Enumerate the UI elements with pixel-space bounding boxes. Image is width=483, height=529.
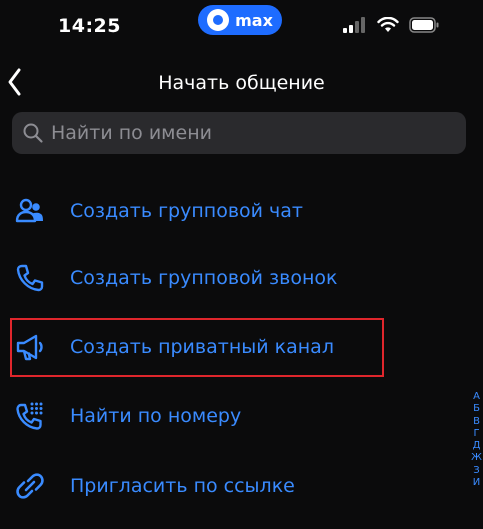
alphabet-letter[interactable]: Ж: [470, 452, 483, 464]
status-time: 14:25: [58, 15, 121, 37]
highlight-box: [10, 318, 384, 377]
app-pill-label: max: [235, 10, 273, 30]
alphabet-letter[interactable]: Б: [470, 403, 483, 415]
status-icons: [343, 17, 439, 33]
search-icon: [23, 123, 43, 143]
search-input[interactable]: Найти по имени: [12, 112, 466, 154]
alphabet-letter[interactable]: З: [470, 465, 483, 477]
alphabet-letter[interactable]: И: [470, 477, 483, 489]
max-logo-icon: [207, 9, 230, 31]
link-icon: [16, 473, 44, 499]
invite-by-link-button[interactable]: Пригласить по ссылке: [0, 458, 460, 514]
cellular-signal-icon: [343, 17, 365, 33]
action-label: Найти по номеру: [70, 405, 242, 427]
alphabet-letter[interactable]: В: [470, 416, 483, 428]
create-group-chat-button[interactable]: Создать групповой чат: [0, 183, 460, 239]
action-label: Создать групповой звонок: [70, 267, 338, 289]
find-by-number-button[interactable]: Найти по номеру: [0, 388, 460, 444]
dialpad-phone-icon: [16, 402, 43, 430]
header: Начать общение: [0, 62, 483, 104]
page-title: Начать общение: [158, 72, 325, 94]
phone-icon: [16, 264, 44, 292]
group-icon: [15, 198, 43, 223]
alphabet-letter[interactable]: Г: [470, 428, 483, 440]
alphabet-letter[interactable]: А: [470, 391, 483, 403]
action-label: Пригласить по ссылке: [70, 475, 295, 497]
alphabet-letter[interactable]: Д: [470, 440, 483, 452]
status-bar: 14:25 max: [0, 0, 483, 55]
app-pill[interactable]: max: [198, 5, 282, 35]
action-label: Создать групповой чат: [70, 200, 303, 222]
search-placeholder: Найти по имени: [51, 122, 212, 144]
battery-icon: [409, 17, 439, 33]
create-group-call-button[interactable]: Создать групповой звонок: [0, 250, 460, 306]
alphabet-index[interactable]: А Б В Г Д Ж З И: [470, 391, 483, 489]
wifi-icon: [377, 17, 399, 32]
